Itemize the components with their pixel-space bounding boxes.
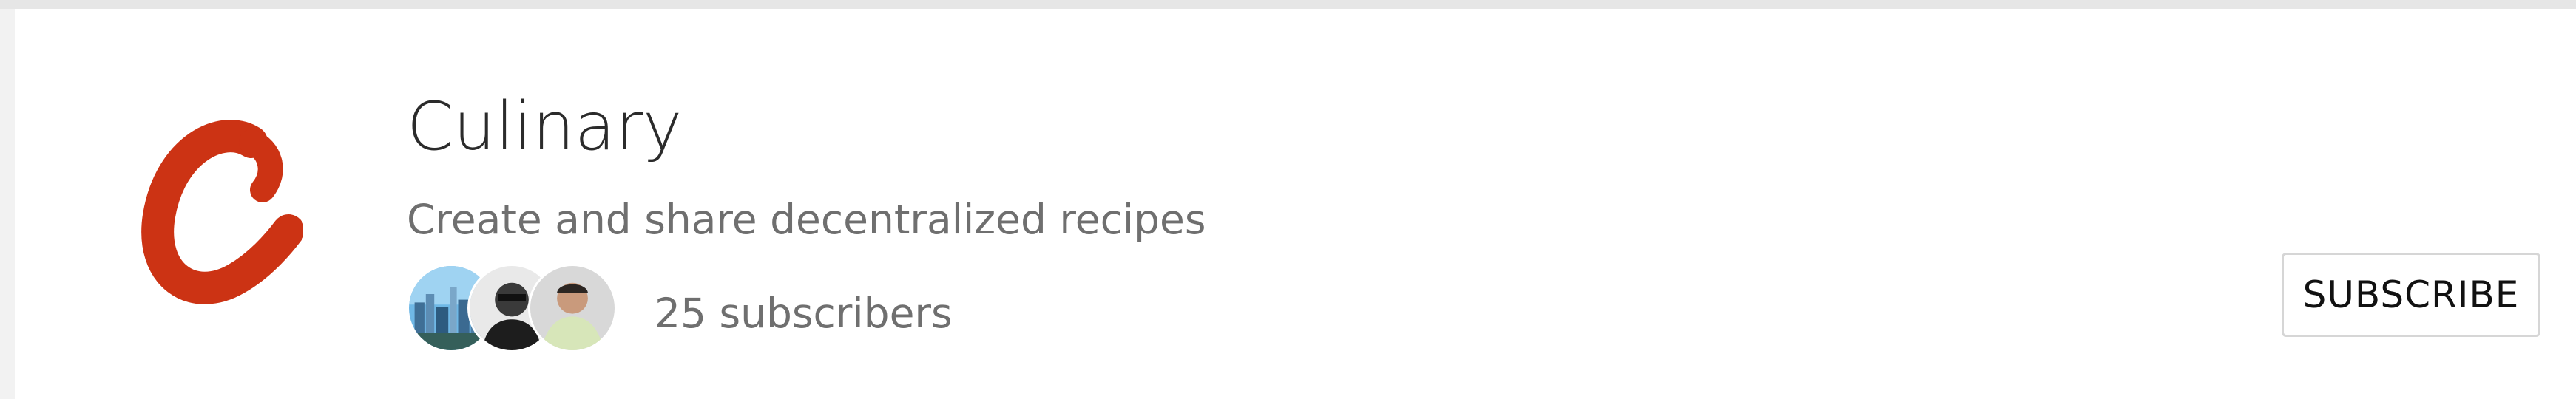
subscribe-button[interactable]: SUBSCRIBE xyxy=(2282,253,2540,337)
community-header-card: Culinary Create and share decentralized … xyxy=(15,9,2576,399)
top-divider xyxy=(0,0,2576,9)
subscriber-avatars xyxy=(407,264,629,356)
community-logo-icon xyxy=(141,120,303,312)
subscriber-count: 25 subscribers xyxy=(655,290,953,337)
person-light-avatar[interactable] xyxy=(528,264,617,352)
community-description: Create and share decentralized recipes xyxy=(407,196,1206,243)
community-title: Culinary xyxy=(407,88,683,166)
